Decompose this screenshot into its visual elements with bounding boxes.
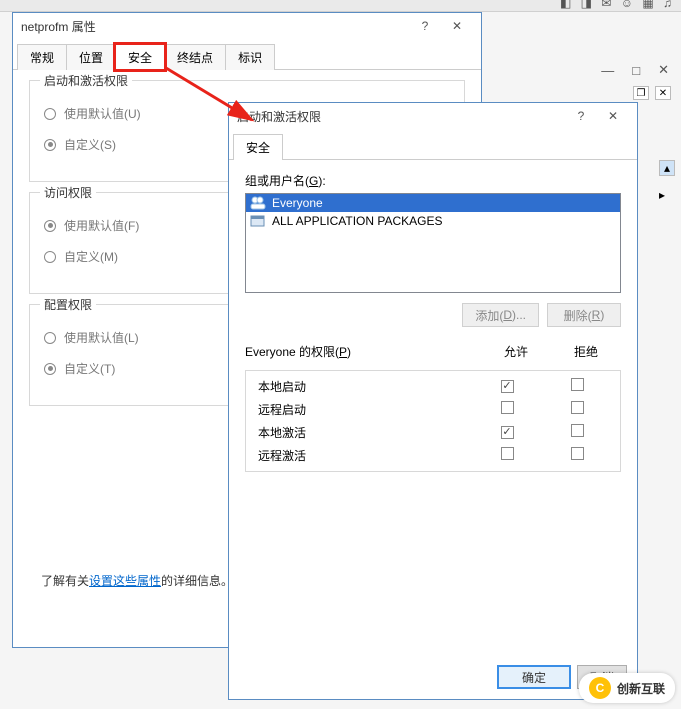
list-item-label: ALL APPLICATION PACKAGES xyxy=(272,214,443,228)
learn-more-link[interactable]: 设置这些属性 xyxy=(89,574,161,588)
package-icon xyxy=(250,214,266,228)
tab-location[interactable]: 位置 xyxy=(66,44,116,70)
help-button[interactable]: ? xyxy=(409,16,441,36)
brand-icon: C xyxy=(589,677,611,699)
group-title: 配置权限 xyxy=(40,296,96,313)
minimize-icon[interactable]: — xyxy=(601,63,614,78)
list-item-label: Everyone xyxy=(272,196,323,210)
permissions-header: Everyone 的权限(P) 允许 拒绝 xyxy=(245,341,621,364)
perm-row-remote-launch: 远程启动 xyxy=(254,398,612,421)
allow-remote-launch-checkbox[interactable] xyxy=(501,401,514,414)
deny-local-activate-checkbox[interactable] xyxy=(571,424,584,437)
permissions-table: 本地启动 远程启动 本地激活 远程激活 xyxy=(245,370,621,472)
scrollbar-hint: ▴ ▸ xyxy=(659,160,677,202)
perm-row-local-activate: 本地激活 xyxy=(254,421,612,444)
remove-button: 删除(R) xyxy=(547,303,621,327)
tab-strip: 常规 位置 安全 终结点 标识 xyxy=(13,43,481,70)
users-listbox[interactable]: Everyone ALL APPLICATION PACKAGES xyxy=(245,193,621,293)
perm-row-remote-activate: 远程激活 xyxy=(254,444,612,467)
tab-strip: 安全 xyxy=(229,133,637,160)
restore-down-icon[interactable]: ❐ xyxy=(633,86,649,100)
group-title: 启动和激活权限 xyxy=(40,72,132,89)
add-button: 添加(D)... xyxy=(462,303,539,327)
expand-arrow-icon: ▸ xyxy=(659,188,677,202)
close-icon[interactable]: ✕ xyxy=(658,62,669,78)
deny-local-launch-checkbox[interactable] xyxy=(571,378,584,391)
groups-users-label: 组或用户名(G): xyxy=(245,172,621,189)
dialog-title: 启动和激活权限 xyxy=(237,108,565,125)
group-icon xyxy=(250,196,266,210)
brand-watermark: C 创新互联 xyxy=(579,673,675,703)
tab-security[interactable]: 安全 xyxy=(115,44,165,70)
dialog-title: netprofm 属性 xyxy=(21,18,409,35)
list-item-everyone[interactable]: Everyone xyxy=(246,194,620,212)
allow-local-activate-checkbox[interactable] xyxy=(501,426,514,439)
tab-endpoints[interactable]: 终结点 xyxy=(164,44,226,70)
allow-local-launch-checkbox[interactable] xyxy=(501,380,514,393)
col-deny: 拒绝 xyxy=(551,343,621,360)
app-toolbar-icons: ◧ ◨ ✉ ☺ ▦ ♫ xyxy=(560,0,675,10)
close-button[interactable]: ✕ xyxy=(441,16,473,36)
tab-security[interactable]: 安全 xyxy=(233,134,283,160)
col-allow: 允许 xyxy=(481,343,551,360)
allow-remote-activate-checkbox[interactable] xyxy=(501,447,514,460)
list-item-all-packages[interactable]: ALL APPLICATION PACKAGES xyxy=(246,212,620,230)
learn-more-line: 了解有关设置这些属性的详细信息。 xyxy=(41,572,233,589)
launch-activation-dialog: 启动和激活权限 ? ✕ 安全 组或用户名(G): Everyone ALL AP… xyxy=(228,102,638,700)
deny-remote-activate-checkbox[interactable] xyxy=(571,447,584,460)
background-window-controls: — □ ✕ ❐ ✕ xyxy=(555,58,675,104)
tab-general[interactable]: 常规 xyxy=(17,44,67,70)
close-button[interactable]: ✕ xyxy=(597,106,629,126)
ok-button[interactable]: 确定 xyxy=(497,665,571,689)
group-title: 访问权限 xyxy=(40,184,96,201)
maximize-icon[interactable]: □ xyxy=(632,63,640,78)
brand-label: 创新互联 xyxy=(617,680,665,697)
help-button[interactable]: ? xyxy=(565,106,597,126)
scroll-up-icon[interactable]: ▴ xyxy=(659,160,675,176)
perm-row-local-launch: 本地启动 xyxy=(254,375,612,398)
tab-identity[interactable]: 标识 xyxy=(225,44,275,70)
close-small-icon[interactable]: ✕ xyxy=(655,86,671,100)
deny-remote-launch-checkbox[interactable] xyxy=(571,401,584,414)
